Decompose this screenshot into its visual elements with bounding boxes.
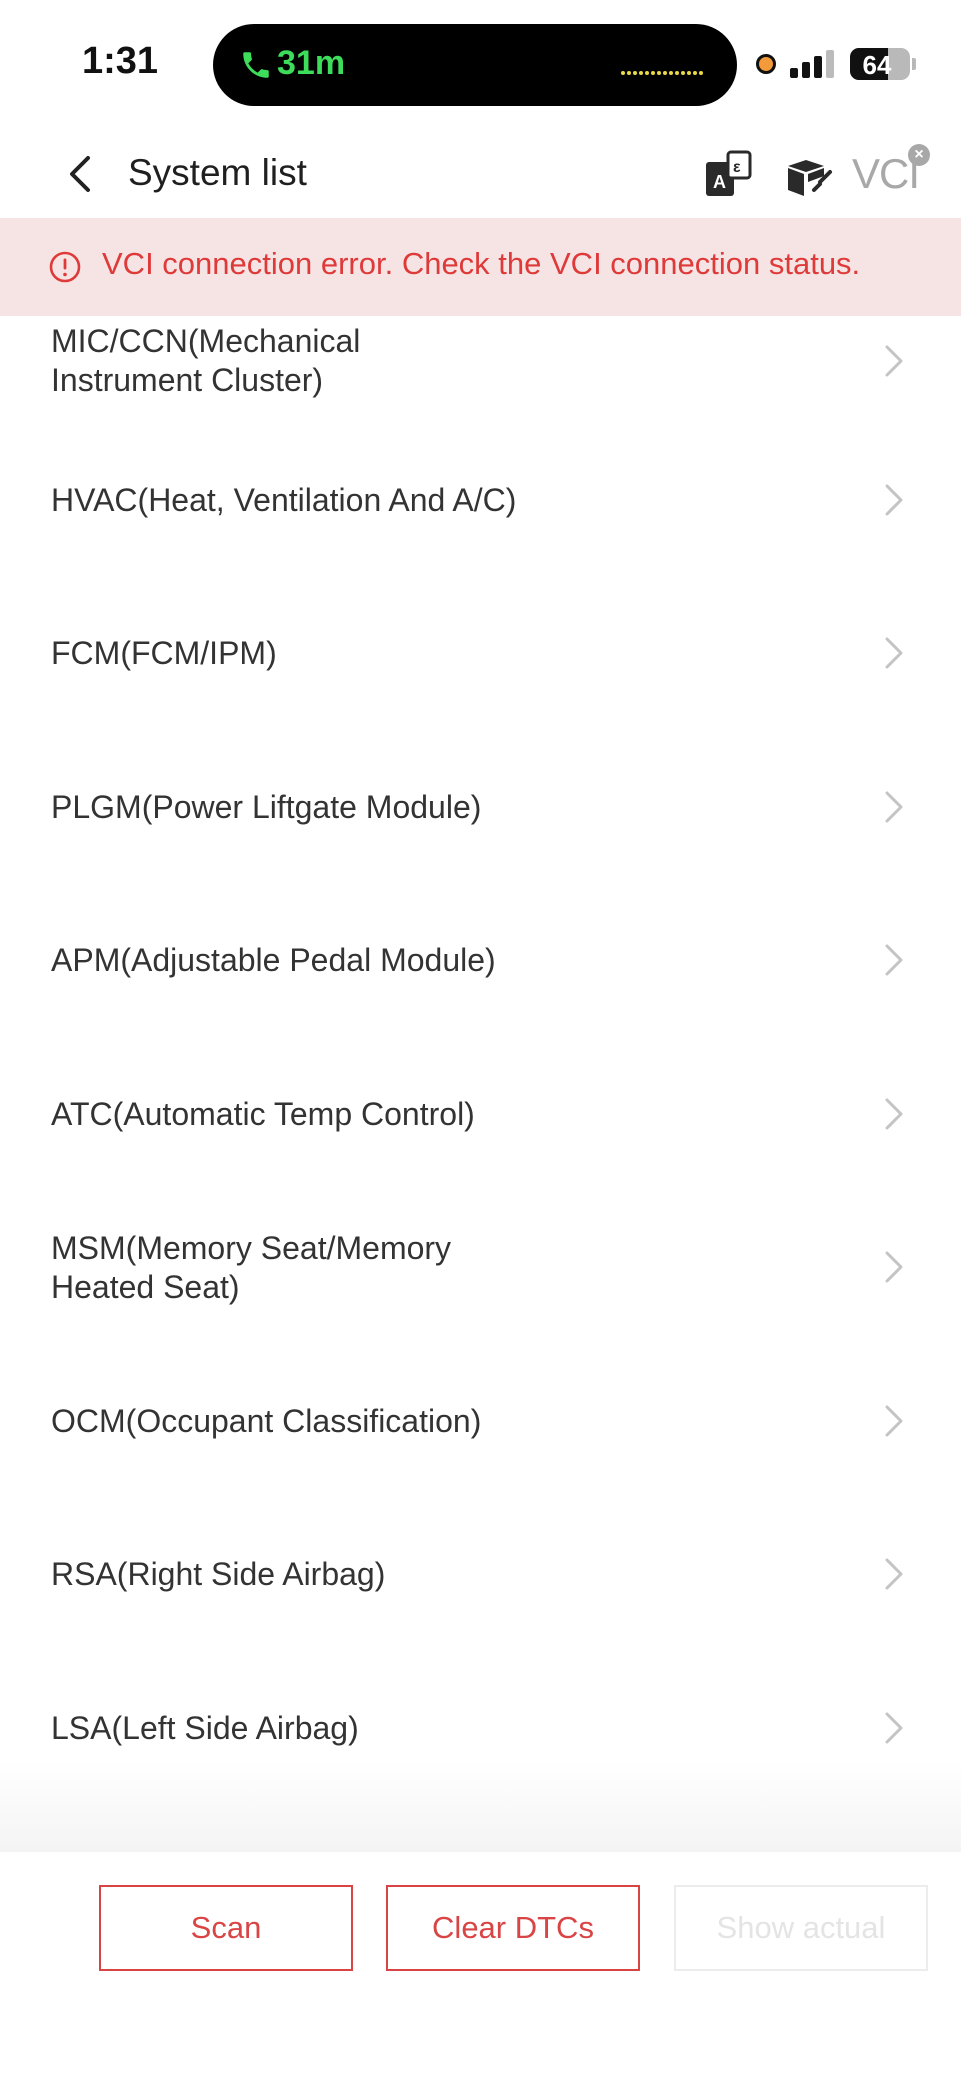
bottom-action-bar: Scan Clear DTCs Show actual xyxy=(0,1852,961,2082)
battery-tip xyxy=(912,58,916,70)
vci-disconnected-icon: × xyxy=(908,144,930,166)
audio-waveform-icon xyxy=(621,62,707,75)
chevron-right-icon xyxy=(885,1098,903,1130)
chevron-right-icon xyxy=(885,1251,903,1283)
list-bottom-fade xyxy=(0,1760,961,1852)
list-item[interactable]: HVAC(Heat, Ventilation And A/C) xyxy=(0,428,961,578)
chevron-right-icon xyxy=(885,1558,903,1590)
list-item-label: MIC/CCN(Mechanical Instrument Cluster) xyxy=(51,322,591,400)
list-item-label-line1: MIC/CCN(Mechanical xyxy=(51,323,361,359)
svg-text:ε: ε xyxy=(733,159,741,176)
vci-status-button[interactable]: VCI × xyxy=(852,144,932,200)
list-item[interactable]: OCM(Occupant Classification) xyxy=(0,1349,961,1499)
chevron-right-icon xyxy=(885,1712,903,1744)
list-item-label-line2: Heated Seat) xyxy=(51,1269,240,1305)
page-title: System list xyxy=(128,152,307,193)
list-item-label-line1: OCM(Occupant Classification) xyxy=(51,1403,482,1439)
svg-text:A: A xyxy=(713,172,726,192)
list-item[interactable]: APM(Adjustable Pedal Module) xyxy=(0,888,961,1038)
vci-error-banner: VCI connection error. Check the VCI conn… xyxy=(0,218,961,316)
list-item-label-line1: FCM(FCM/IPM) xyxy=(51,635,277,671)
scan-button[interactable]: Scan xyxy=(99,1885,353,1971)
list-item-label: RSA(Right Side Airbag) xyxy=(51,1555,591,1594)
list-item[interactable]: PLGM(Power Liftgate Module) xyxy=(0,735,961,885)
list-item-label: FCM(FCM/IPM) xyxy=(51,634,591,673)
list-item-label: MSM(Memory Seat/Memory Heated Seat) xyxy=(51,1229,591,1307)
translate-icon[interactable]: A ε xyxy=(700,146,756,202)
error-message: VCI connection error. Check the VCI conn… xyxy=(102,246,861,281)
system-list-screen: 1:31 31m 64 System list A ε VCI × VCI co… xyxy=(0,0,961,2082)
phone-icon xyxy=(243,52,269,78)
battery-level: 64 xyxy=(862,50,892,80)
recording-indicator-icon xyxy=(756,54,776,74)
list-item[interactable]: MSM(Memory Seat/Memory Heated Seat) xyxy=(0,1195,961,1345)
list-item-label: HVAC(Heat, Ventilation And A/C) xyxy=(51,481,591,520)
list-item-label-line1: APM(Adjustable Pedal Module) xyxy=(51,942,496,978)
alert-circle-icon xyxy=(49,251,81,283)
list-item[interactable]: FCM(FCM/IPM) xyxy=(0,581,961,731)
list-item-label-line1: RSA(Right Side Airbag) xyxy=(51,1556,386,1592)
chevron-right-icon xyxy=(885,791,903,823)
chevron-right-icon xyxy=(885,484,903,516)
list-item-label-line2: Instrument Cluster) xyxy=(51,362,324,398)
battery-icon: 64 xyxy=(850,48,910,80)
list-item-label-line1: LSA(Left Side Airbag) xyxy=(51,1710,359,1746)
chevron-right-icon xyxy=(885,944,903,976)
show-actual-button[interactable]: Show actual xyxy=(674,1885,928,1971)
status-bar: 1:31 31m 64 xyxy=(0,0,961,130)
list-item-label-line1: HVAC(Heat, Ventilation And A/C) xyxy=(51,482,517,518)
status-time: 1:31 xyxy=(82,40,159,82)
list-item-label: OCM(Occupant Classification) xyxy=(51,1402,591,1441)
app-header: System list A ε VCI × xyxy=(0,130,961,218)
chevron-right-icon xyxy=(885,637,903,669)
list-item-label: PLGM(Power Liftgate Module) xyxy=(51,788,591,827)
clear-dtcs-button[interactable]: Clear DTCs xyxy=(386,1885,640,1971)
list-item-label-line1: MSM(Memory Seat/Memory xyxy=(51,1230,452,1266)
list-item[interactable]: ATC(Automatic Temp Control) xyxy=(0,1042,961,1192)
system-list: MIC/CCN(Mechanical Instrument Cluster) H… xyxy=(0,316,961,1852)
call-duration: 31m xyxy=(277,44,346,82)
chevron-right-icon xyxy=(885,1405,903,1437)
list-item-label-line1: ATC(Automatic Temp Control) xyxy=(51,1096,475,1132)
list-item-label: ATC(Automatic Temp Control) xyxy=(51,1095,591,1134)
list-item-label-line1: PLGM(Power Liftgate Module) xyxy=(51,789,482,825)
call-pill[interactable]: 31m xyxy=(213,24,737,106)
cellular-signal-icon xyxy=(790,50,834,78)
list-item[interactable]: MIC/CCN(Mechanical Instrument Cluster) xyxy=(0,316,961,438)
chevron-right-icon xyxy=(885,345,903,377)
vehicle-box-icon[interactable] xyxy=(780,146,836,202)
list-item-label: APM(Adjustable Pedal Module) xyxy=(51,941,591,980)
list-item-label: LSA(Left Side Airbag) xyxy=(51,1709,591,1748)
back-arrow-icon[interactable] xyxy=(54,146,110,202)
list-item[interactable]: RSA(Right Side Airbag) xyxy=(0,1502,961,1652)
